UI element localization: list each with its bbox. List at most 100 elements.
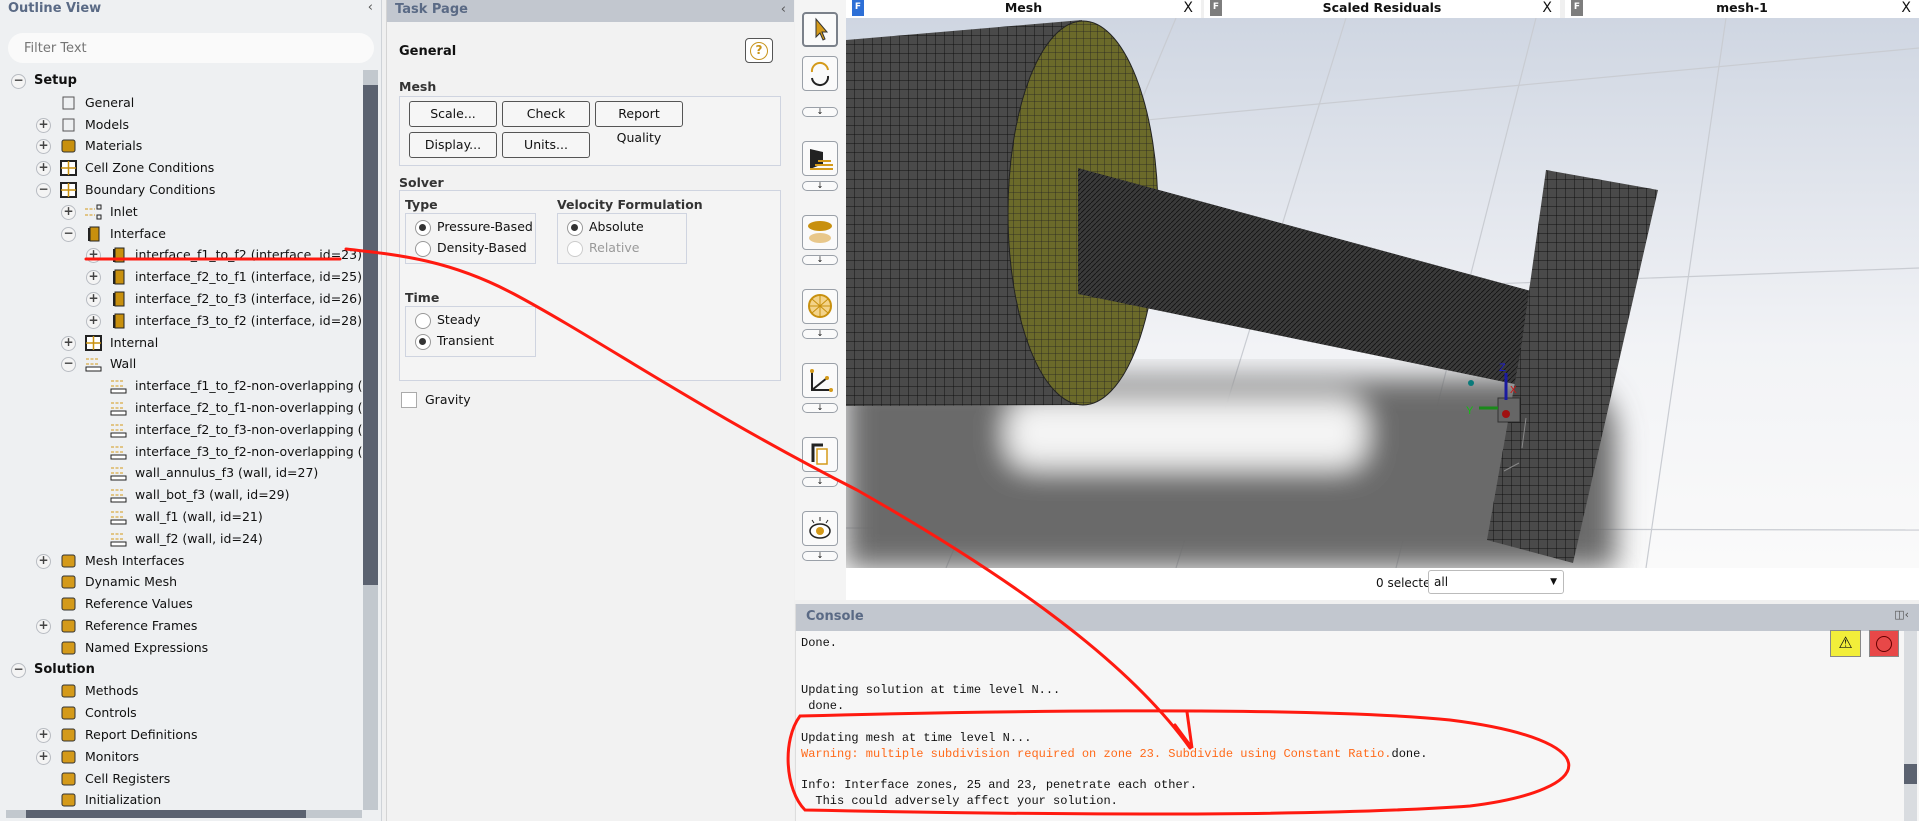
tree-item[interactable]: + interface_f1_to_f2 (interface, id=23)	[0, 244, 362, 266]
scale-button[interactable]: Scale...	[409, 101, 497, 127]
rotate-tool-button[interactable]	[802, 56, 838, 91]
expand-icon[interactable]: +	[36, 749, 51, 765]
tree-item[interactable]: + Cell Zone Conditions	[0, 157, 360, 179]
tree-item[interactable]: Named Expressions	[0, 637, 360, 659]
expand-chevron-icon[interactable]: ↓	[802, 329, 838, 339]
expand-icon[interactable]: +	[61, 335, 76, 351]
collapse-task-icon[interactable]: ‹	[781, 2, 786, 17]
collapse-icon[interactable]: −	[11, 74, 26, 89]
tab-mesh-1[interactable]: F mesh-1 X	[1565, 0, 1919, 18]
report-quality-button[interactable]: Report Quality	[595, 101, 683, 145]
units-button[interactable]: Units...	[502, 132, 590, 158]
tree-item[interactable]: + interface_f2_to_f1 (interface, id=25)	[0, 266, 362, 288]
tree-item[interactable]: + Models	[0, 114, 360, 136]
collapse-outline-icon[interactable]: ‹	[368, 0, 373, 15]
tab-mesh[interactable]: F Mesh X	[846, 0, 1201, 18]
tree-item[interactable]: − Interface	[0, 223, 360, 245]
expand-icon[interactable]: +	[36, 728, 51, 743]
close-tab-icon[interactable]: X	[1542, 0, 1552, 16]
filter-text-input[interactable]	[8, 33, 374, 63]
tree-item[interactable]: Initialization	[0, 789, 360, 810]
expand-icon[interactable]: +	[36, 117, 51, 133]
expand-icon[interactable]: +	[86, 313, 101, 329]
select-tool-button[interactable]	[802, 12, 838, 47]
expand-icon[interactable]: +	[86, 248, 101, 264]
tree-item[interactable]: − Boundary Conditions	[0, 179, 360, 201]
console-scrollbar-thumb[interactable]	[1904, 764, 1917, 784]
display-button[interactable]: Display...	[409, 132, 497, 158]
tree-item[interactable]: wall_annulus_f3 (wall, id=27)	[0, 462, 360, 484]
graphics-toolbar: ↓ ↓ ↓ ↓ ↓ ↓ ↓	[795, 0, 846, 600]
view-button[interactable]	[802, 511, 838, 546]
tree-item[interactable]: + Reference Frames	[0, 615, 360, 637]
tree-item[interactable]: − Wall	[0, 353, 360, 375]
tree-hscroll-thumb[interactable]	[26, 810, 306, 818]
tree-scrollbar-thumb[interactable]	[363, 85, 378, 585]
close-tab-icon[interactable]: X	[1183, 0, 1193, 16]
surfaces-button[interactable]	[802, 215, 838, 250]
tree-item[interactable]: General	[0, 92, 360, 114]
help-button[interactable]: ?	[745, 38, 773, 63]
expand-chevron-icon[interactable]: ↓	[802, 255, 838, 265]
expand-icon[interactable]: +	[36, 619, 51, 634]
contours-button[interactable]	[802, 141, 838, 176]
tree-item[interactable]: Cell Registers	[0, 768, 360, 790]
expand-icon[interactable]: +	[86, 270, 101, 286]
density-based-radio[interactable]: Density-Based	[415, 238, 527, 258]
steady-radio[interactable]: Steady	[415, 310, 481, 330]
tree-item[interactable]: interface_f1_to_f2-non-overlapping (wal	[0, 375, 362, 397]
tree-item[interactable]: + Internal	[0, 332, 360, 354]
tree-item[interactable]: + Monitors	[0, 746, 360, 768]
gravity-checkbox[interactable]	[401, 392, 417, 408]
collapse-icon[interactable]: −	[36, 183, 51, 198]
expand-icon[interactable]: +	[36, 553, 51, 569]
expand-chevron-icon[interactable]: ↓	[802, 403, 838, 413]
mesh-display-button[interactable]	[802, 289, 838, 324]
tree-item[interactable]: Methods	[0, 680, 360, 702]
expand-icon[interactable]: +	[61, 204, 76, 220]
collapse-icon[interactable]: −	[61, 226, 76, 242]
absolute-radio[interactable]: Absolute	[567, 217, 644, 237]
expand-chevron-icon[interactable]: ↓	[802, 551, 838, 561]
detach-console-icon[interactable]: ◫‹	[1894, 608, 1909, 621]
axes-button[interactable]	[802, 363, 838, 398]
tree-item[interactable]: interface_f2_to_f3-non-overlapping (wal	[0, 419, 362, 441]
expand-icon[interactable]: +	[86, 292, 101, 307]
tree-item[interactable]: + Materials	[0, 135, 360, 157]
tree-item[interactable]: interface_f3_to_f2-non-overlapping (wal	[0, 441, 362, 463]
tree-item[interactable]: interface_f2_to_f1-non-overlapping (wal	[0, 397, 362, 419]
tab-scaled-residuals[interactable]: F Scaled Residuals X	[1204, 0, 1560, 18]
expand-chevron-icon[interactable]: ↓	[802, 477, 838, 487]
collapse-icon[interactable]: −	[11, 662, 26, 678]
transient-radio[interactable]: Transient	[415, 331, 494, 351]
tree-item[interactable]: + Inlet	[0, 201, 360, 223]
expand-chevron-icon[interactable]: ↓	[802, 181, 838, 191]
collapse-icon[interactable]: −	[61, 357, 76, 373]
expand-icon[interactable]: +	[36, 161, 51, 177]
close-tab-icon[interactable]: X	[1901, 0, 1911, 16]
expand-icon[interactable]: +	[36, 139, 51, 155]
check-button[interactable]: Check	[502, 101, 590, 127]
pressure-based-radio[interactable]: Pressure-Based	[415, 217, 533, 237]
tree-item[interactable]: wall_bot_f3 (wall, id=29)	[0, 484, 360, 506]
mesh-group: Scale... Check Report Quality Display...…	[399, 96, 781, 166]
console-output[interactable]: Done. Updating solution at time level N..…	[796, 631, 1896, 821]
tree-item[interactable]: Dynamic Mesh	[0, 571, 360, 593]
expand-chevron-icon[interactable]: ↓	[802, 107, 838, 117]
graphics-viewport[interactable]: Z Y X	[846, 18, 1919, 568]
error-icon[interactable]	[1869, 630, 1899, 657]
warning-icon[interactable]: ⚠	[1830, 630, 1861, 657]
console-scrollbar[interactable]	[1904, 631, 1917, 821]
tree-item[interactable]: + Report Definitions	[0, 724, 360, 746]
selection-filter-dropdown[interactable]: all ▼	[1428, 570, 1564, 594]
tree-item[interactable]: Reference Values	[0, 593, 360, 615]
tree-item[interactable]: wall_f2 (wall, id=24)	[0, 528, 360, 550]
tree-item[interactable]: + interface_f2_to_f3 (interface, id=26)	[0, 288, 362, 310]
copy-button[interactable]	[802, 437, 838, 472]
tree-item[interactable]: − Setup	[0, 70, 360, 92]
tree-item[interactable]: + Mesh Interfaces	[0, 550, 360, 572]
tree-item[interactable]: wall_f1 (wall, id=21)	[0, 506, 360, 528]
tree-item[interactable]: Controls	[0, 702, 360, 724]
tree-item[interactable]: − Solution	[0, 659, 360, 681]
tree-item[interactable]: + interface_f3_to_f2 (interface, id=28)	[0, 310, 362, 332]
